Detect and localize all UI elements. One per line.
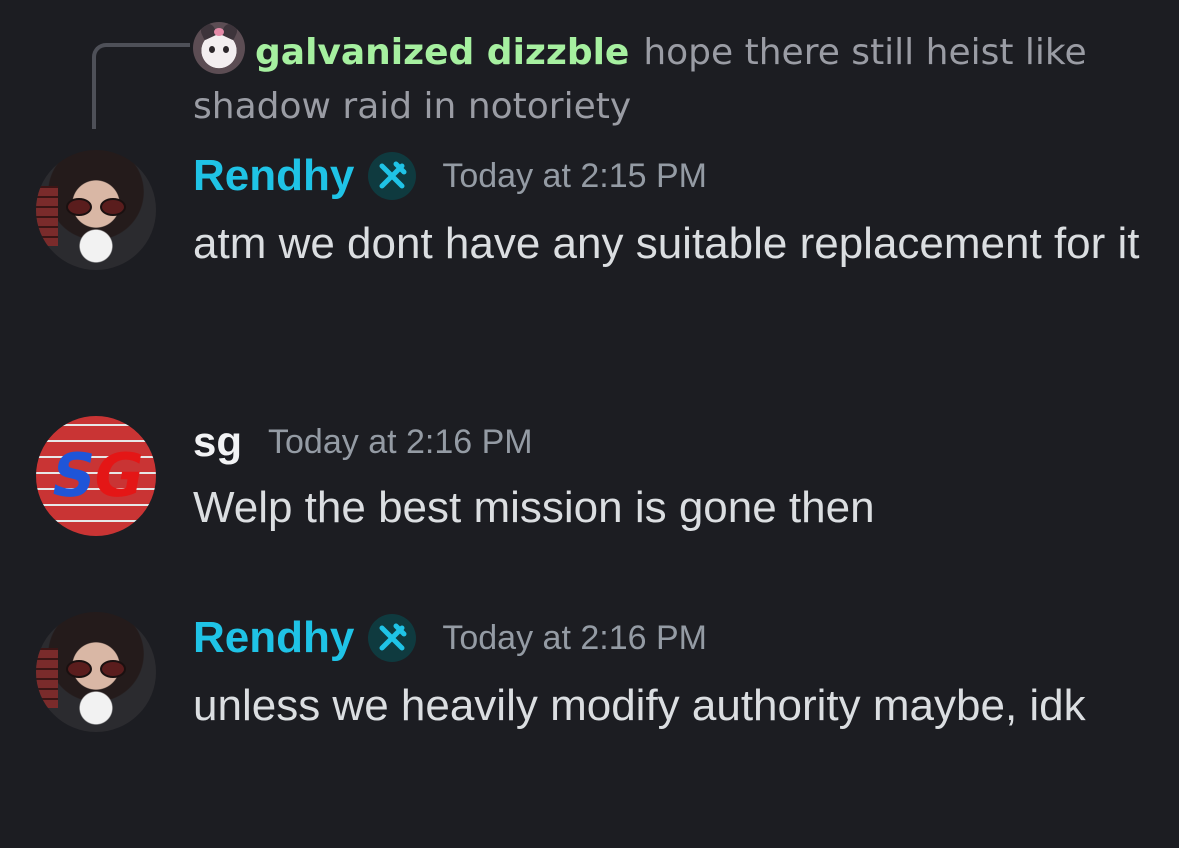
avatar[interactable]: SG [36,416,156,536]
hammer-pick-icon[interactable] [368,614,417,662]
chat-log: galvanized dizzble hope there still heist… [0,0,1179,848]
avatar[interactable] [36,150,156,270]
reply-username[interactable]: galvanized dizzble [255,32,629,73]
message-header: Rendhy Today at 2:15 PM [193,146,707,206]
message-header: Rendhy Today at 2:16 PM [193,608,707,668]
reply-avatar[interactable] [193,22,245,74]
timestamp: Today at 2:16 PM [442,618,707,657]
hammer-pick-icon[interactable] [368,152,417,200]
reply-connector [92,43,190,129]
message-header: sg Today at 2:16 PM [193,412,533,472]
username[interactable]: Rendhy [193,151,354,201]
timestamp: Today at 2:16 PM [268,422,533,461]
message-text: Welp the best mission is gone then [193,483,875,532]
username[interactable]: sg [193,418,242,466]
timestamp: Today at 2:15 PM [442,156,707,195]
message-text: unless we heavily modify authority maybe… [193,681,1086,730]
reply-preview[interactable]: galvanized dizzble hope there still heist… [193,22,1153,134]
message-text: atm we dont have any suitable replacemen… [193,219,1140,268]
avatar[interactable] [36,612,156,732]
username[interactable]: Rendhy [193,613,354,663]
